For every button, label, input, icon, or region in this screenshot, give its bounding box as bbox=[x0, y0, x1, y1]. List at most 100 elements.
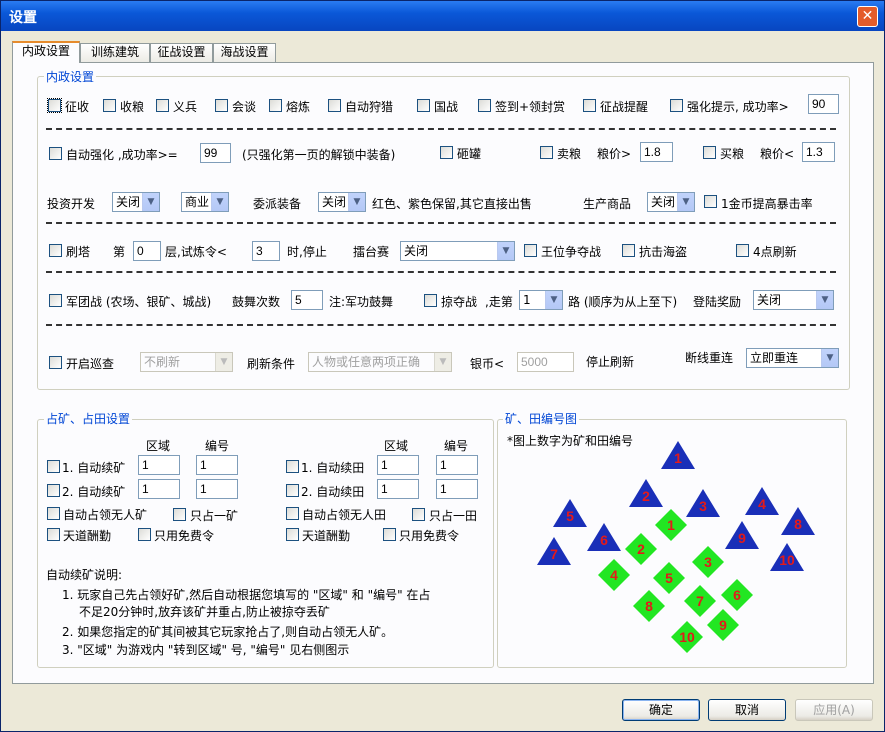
field-number-7: 7 bbox=[696, 593, 704, 609]
tab-sea-war[interactable]: 海战设置 bbox=[213, 43, 276, 62]
arena-select[interactable]: 关闭 ▼ bbox=[400, 241, 515, 261]
row1-checkbox-7[interactable] bbox=[478, 99, 491, 112]
patrol-checkbox[interactable] bbox=[49, 356, 62, 369]
map-group-legend: 矿、田编号图 bbox=[503, 410, 580, 427]
free-token-left-checkbox[interactable] bbox=[138, 528, 151, 541]
only-one-field-checkbox[interactable] bbox=[412, 508, 425, 521]
assign-value: 关闭 bbox=[322, 195, 347, 209]
free-token-right-checkbox[interactable] bbox=[383, 528, 396, 541]
mine-number-4: 4 bbox=[758, 496, 766, 512]
smash-label: 砸罐 bbox=[457, 147, 482, 161]
stop-refresh-label: 停止刷新 bbox=[586, 355, 635, 369]
right-num-header: 编号 bbox=[444, 439, 469, 453]
close-button[interactable]: ✕ bbox=[857, 6, 878, 27]
legion-checkbox[interactable] bbox=[49, 294, 62, 307]
king-checkbox[interactable] bbox=[524, 244, 537, 257]
invest-select[interactable]: 关闭 ▼ bbox=[112, 192, 160, 212]
mine2-checkbox[interactable] bbox=[47, 484, 60, 497]
tower-checkbox[interactable] bbox=[49, 244, 62, 257]
title-bar[interactable]: 设置 ✕ bbox=[1, 1, 884, 31]
cancel-button[interactable]: 取消 bbox=[708, 699, 786, 721]
enhance-rate-input[interactable] bbox=[200, 143, 231, 163]
mine1-num-input[interactable] bbox=[196, 455, 238, 475]
auto-occupy-mine-checkbox[interactable] bbox=[47, 507, 60, 520]
trial-input[interactable] bbox=[252, 241, 280, 261]
buy-grain-checkbox[interactable] bbox=[703, 146, 716, 159]
land-label: 登陆奖励 bbox=[693, 295, 742, 309]
mine1-area-input[interactable] bbox=[138, 455, 180, 475]
field1-area-input[interactable] bbox=[377, 455, 419, 475]
field1-label: 1. 自动续田 bbox=[301, 461, 365, 475]
chevron-down-icon: ▼ bbox=[348, 193, 365, 211]
help-line-4: 3. "区域" 为游戏内 "转到区域" 号, "编号" 见右侧图示 bbox=[62, 643, 350, 657]
condition-value: 人物或任意两项正确 bbox=[312, 355, 421, 369]
drum-input[interactable] bbox=[291, 290, 323, 310]
tab-war[interactable]: 征战设置 bbox=[150, 43, 213, 62]
gold-crit-checkbox[interactable] bbox=[704, 195, 717, 208]
plunder-label: 掠夺战 bbox=[441, 295, 478, 309]
field2-num-input[interactable] bbox=[436, 479, 478, 499]
mine2-num-input[interactable] bbox=[196, 479, 238, 499]
land-select[interactable]: 关闭 ▼ bbox=[753, 290, 834, 310]
silver-input[interactable] bbox=[517, 352, 574, 372]
help-line-1: 1. 玩家自己先占领好矿,然后自动根据您填写的 "区域" 和 "编号" 在占 bbox=[62, 588, 431, 602]
smash-checkbox[interactable] bbox=[440, 146, 453, 159]
diligence-right-checkbox[interactable] bbox=[286, 528, 299, 541]
patrol-refresh-value: 不刷新 bbox=[144, 355, 181, 369]
patrol-refresh-select[interactable]: 不刷新 ▼ bbox=[140, 352, 233, 372]
row1-checkbox-4[interactable] bbox=[269, 99, 282, 112]
mine-field-map: 1 2 3 4 5 6 7 8 9 10 1 2 3 4 5 6 7 8 9 10 bbox=[537, 441, 815, 653]
plunder-checkbox[interactable] bbox=[424, 294, 437, 307]
field2-area-input[interactable] bbox=[377, 479, 419, 499]
auto-enhance-checkbox[interactable] bbox=[49, 147, 62, 160]
sell-grain-checkbox[interactable] bbox=[540, 146, 553, 159]
buy-price-input[interactable] bbox=[802, 142, 835, 162]
row1-checkbox-3[interactable] bbox=[215, 99, 228, 112]
tab-training[interactable]: 训练建筑 bbox=[80, 43, 150, 62]
condition-select[interactable]: 人物或任意两项正确 ▼ bbox=[308, 352, 452, 372]
mine-number-6: 6 bbox=[600, 532, 608, 548]
apply-button[interactable]: 应用(A) bbox=[795, 699, 873, 721]
field1-checkbox[interactable] bbox=[286, 460, 299, 473]
assign-label: 委派装备 bbox=[253, 197, 302, 211]
separator bbox=[46, 222, 836, 224]
commerce-select[interactable]: 商业 ▼ bbox=[181, 192, 229, 212]
only-one-mine-label: 只占一矿 bbox=[190, 509, 239, 523]
mine1-checkbox[interactable] bbox=[47, 460, 60, 473]
assign-select[interactable]: 关闭 ▼ bbox=[318, 192, 366, 212]
only-one-mine-checkbox[interactable] bbox=[173, 508, 186, 521]
chevron-down-icon: ▼ bbox=[821, 349, 838, 367]
pirate-checkbox[interactable] bbox=[622, 244, 635, 257]
help-line-2: 不足20分钟时,放弃该矿并重占,防止被掠夺丢矿 bbox=[79, 605, 330, 619]
row1-checkbox-2[interactable] bbox=[156, 99, 169, 112]
arena-label: 擂台赛 bbox=[353, 245, 390, 259]
tab-internal[interactable]: 内政设置 bbox=[12, 41, 80, 63]
row1-checkbox-6[interactable] bbox=[417, 99, 430, 112]
auto-occupy-field-checkbox[interactable] bbox=[286, 507, 299, 520]
path-value: 1 bbox=[523, 293, 531, 307]
settings-window: 设置 ✕ 内政设置 训练建筑 征战设置 海战设置 内政设置 征收 收粮 义兵 会谈 熔炼… bbox=[0, 0, 885, 732]
row1-checkbox-5[interactable] bbox=[328, 99, 341, 112]
field1-num-input[interactable] bbox=[436, 455, 478, 475]
chevron-down-icon: ▼ bbox=[816, 291, 833, 309]
row1-checkbox-1[interactable] bbox=[103, 99, 116, 112]
field2-checkbox[interactable] bbox=[286, 484, 299, 497]
ok-button[interactable]: 确定 bbox=[622, 699, 700, 721]
auto-enhance-label: 自动强化 ,成功率>= bbox=[66, 148, 178, 162]
row1-checkbox-8[interactable] bbox=[583, 99, 596, 112]
sell-price-input[interactable] bbox=[640, 142, 673, 162]
path-select[interactable]: 1 ▼ bbox=[519, 290, 563, 310]
row1-label-7: 签到+领封赏 bbox=[495, 100, 566, 114]
success-rate-input[interactable] bbox=[808, 94, 839, 114]
diligence-left-checkbox[interactable] bbox=[47, 528, 60, 541]
mine2-area-input[interactable] bbox=[138, 479, 180, 499]
floor-input[interactable] bbox=[133, 241, 161, 261]
produce-select[interactable]: 关闭 ▼ bbox=[647, 192, 695, 212]
reconnect-select[interactable]: 立即重连 ▼ bbox=[746, 348, 839, 368]
row1-checkbox-0[interactable] bbox=[47, 98, 62, 113]
row1-checkbox-9[interactable] bbox=[670, 99, 683, 112]
row1-label-2: 义兵 bbox=[173, 100, 198, 114]
row1-label-9: 强化提示, 成功率> bbox=[687, 100, 789, 114]
refresh4-checkbox[interactable] bbox=[736, 244, 749, 257]
mine-number-7: 7 bbox=[550, 546, 558, 562]
